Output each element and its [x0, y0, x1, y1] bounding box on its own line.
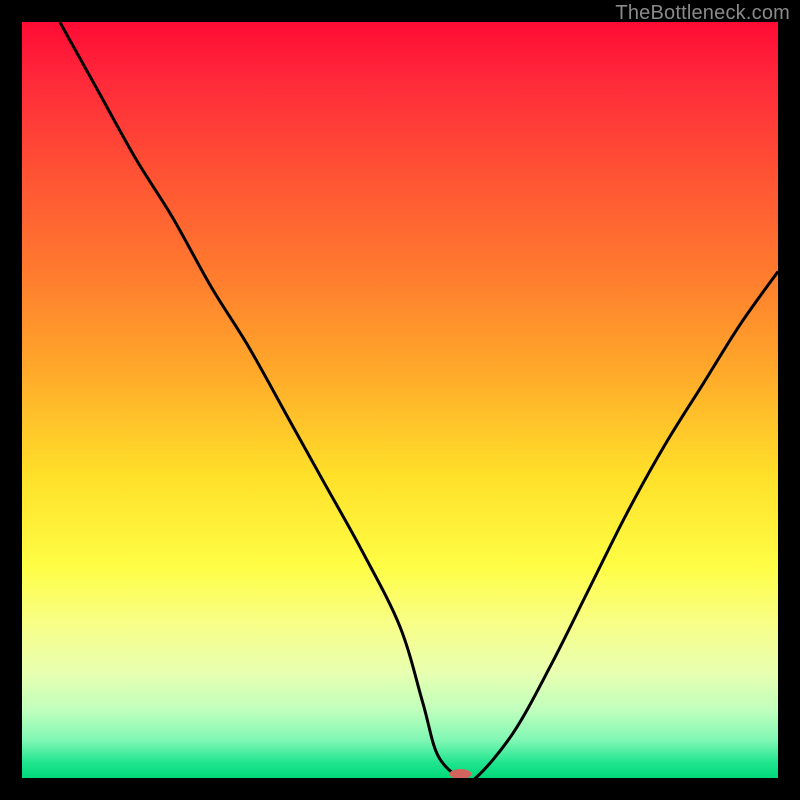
chart-frame: TheBottleneck.com [0, 0, 800, 800]
bottleneck-curve [60, 22, 778, 778]
curve-layer [22, 22, 778, 778]
bottleneck-marker [450, 769, 472, 778]
plot-area [22, 22, 778, 778]
